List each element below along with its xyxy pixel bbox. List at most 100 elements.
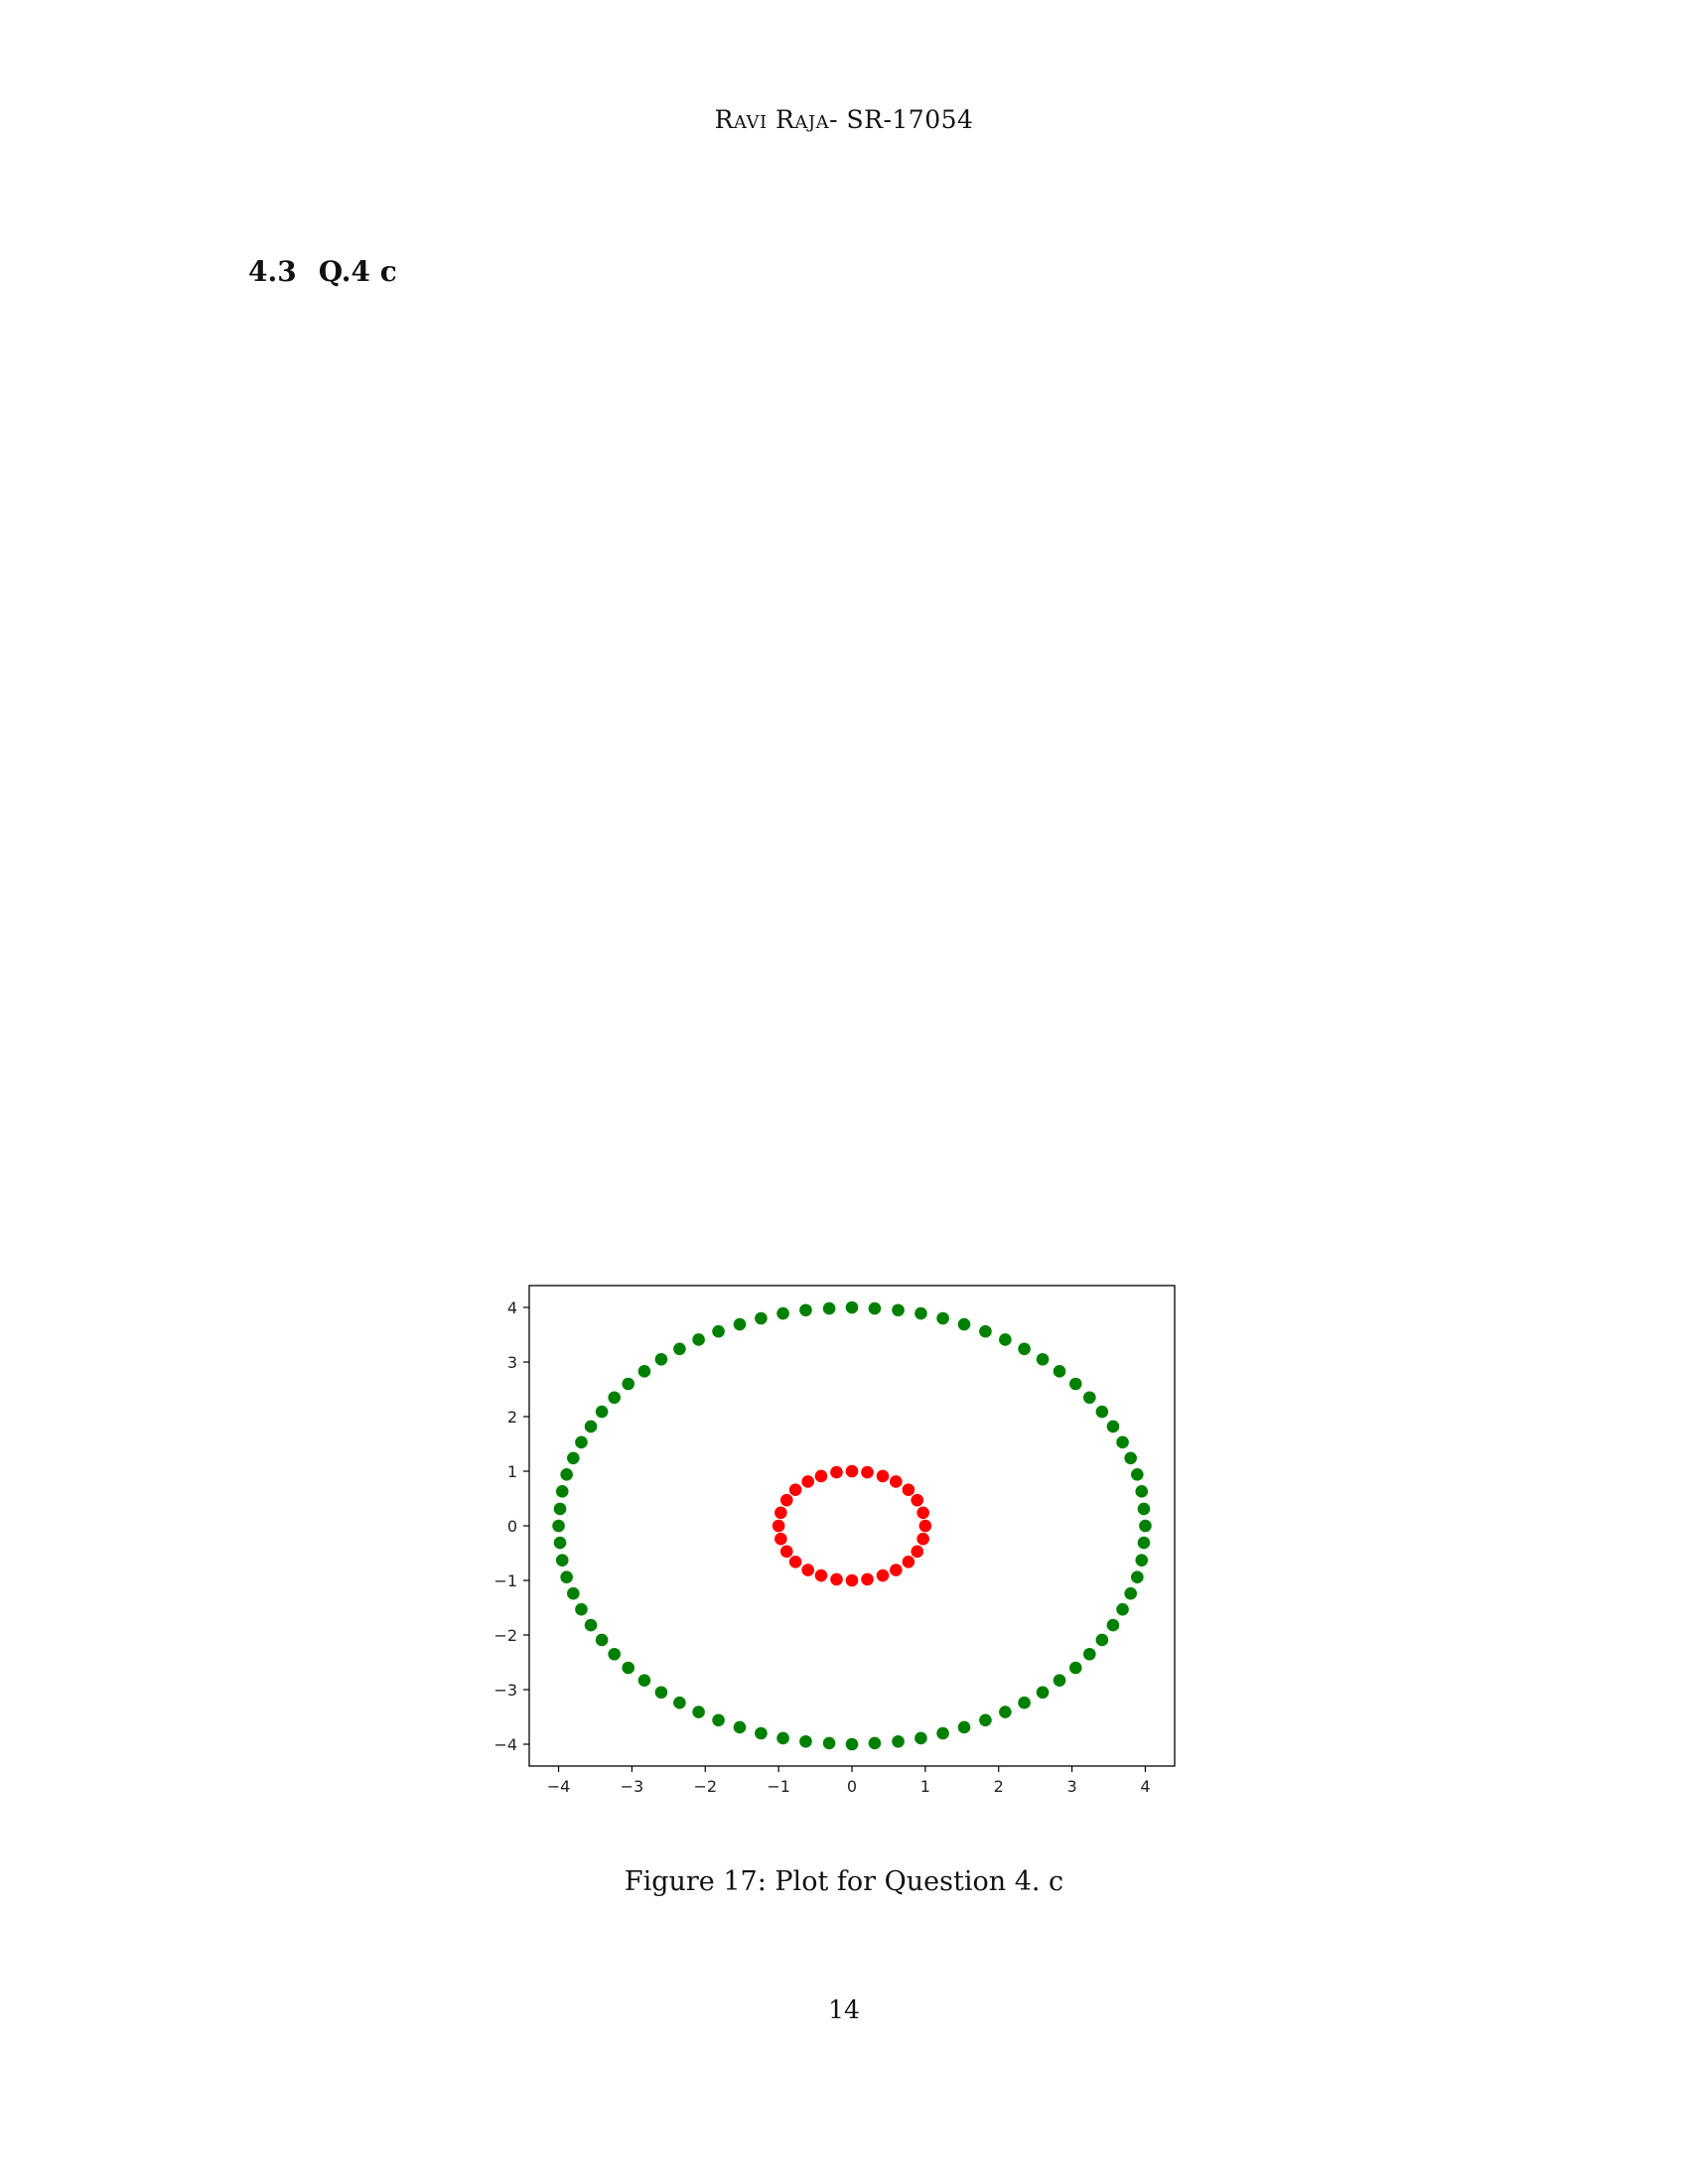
- outer-ring-point: [560, 1468, 573, 1481]
- y-tick-label: 4: [507, 1298, 517, 1317]
- inner-ring-point: [779, 1493, 793, 1507]
- x-tick-label: −3: [621, 1777, 644, 1796]
- outer-ring-point: [1124, 1586, 1137, 1600]
- outer-ring-point: [673, 1696, 686, 1709]
- inner-ring-point: [876, 1569, 890, 1582]
- outer-ring-point: [914, 1731, 927, 1745]
- inner-ring-point: [861, 1465, 874, 1479]
- outer-ring-point: [567, 1451, 580, 1465]
- running-header: Ravi Raja- SR-17054: [714, 105, 974, 134]
- y-tick-label: −1: [493, 1571, 517, 1590]
- y-tick-label: −4: [493, 1735, 517, 1754]
- outer-ring-point: [892, 1303, 905, 1317]
- y-tick-label: 0: [507, 1517, 517, 1536]
- y-tick-label: −2: [493, 1626, 517, 1645]
- outer-ring-point: [1018, 1342, 1031, 1356]
- outer-ring-point: [673, 1342, 686, 1356]
- y-tick-label: 3: [507, 1353, 517, 1372]
- section-heading: 4.3 Q.4 c: [248, 255, 397, 288]
- outer-ring-point: [733, 1317, 747, 1331]
- outer-ring-point: [1106, 1618, 1120, 1632]
- y-tick-label: 2: [507, 1408, 517, 1427]
- x-tick-label: 4: [1140, 1777, 1150, 1796]
- outer-ring-point: [799, 1734, 812, 1748]
- inner-ring-point: [772, 1519, 785, 1533]
- outer-ring-point: [595, 1405, 609, 1419]
- outer-ring-point: [799, 1303, 812, 1317]
- scatter-chart: −4 −3 −2 −1 0 1 2 3 4 −4 −3 −2 −1 0 1 2 3 4: [493, 1285, 1176, 1796]
- inner-ring-point: [774, 1506, 787, 1520]
- outer-ring-point: [1131, 1468, 1144, 1481]
- section-number: 4.3: [248, 255, 297, 288]
- outer-ring-point: [999, 1706, 1012, 1718]
- outer-ring-point: [692, 1333, 705, 1346]
- outer-ring-point: [575, 1435, 588, 1449]
- inner-ring-point: [902, 1483, 915, 1496]
- x-tick-label: −1: [767, 1777, 790, 1796]
- section-title: Q.4 c: [318, 255, 397, 288]
- inner-ring-point: [801, 1475, 814, 1488]
- outer-ring-point: [1095, 1405, 1109, 1419]
- plot-frame: [528, 1285, 1176, 1767]
- outer-ring-point: [914, 1306, 927, 1320]
- inner-ring-point: [845, 1573, 859, 1587]
- outer-ring-point: [979, 1713, 992, 1727]
- outer-ring-point: [1018, 1696, 1031, 1709]
- outer-ring-point: [584, 1420, 598, 1433]
- inner-ring-point: [830, 1572, 843, 1586]
- x-tick-label: −2: [693, 1777, 717, 1796]
- outer-ring-point: [1068, 1377, 1082, 1391]
- outer-ring-point: [552, 1519, 565, 1533]
- outer-ring-point: [1135, 1554, 1149, 1567]
- outer-ring-point: [999, 1333, 1012, 1346]
- outer-ring-point: [575, 1602, 588, 1616]
- outer-ring-point: [1116, 1435, 1129, 1449]
- outer-ring-point: [1116, 1602, 1129, 1616]
- x-tick-label: 2: [994, 1777, 1004, 1796]
- figure: −4 −3 −2 −1 0 1 2 3 4 −4 −3 −2 −1 0 1 2 3 4: [487, 1276, 1201, 1817]
- outer-ring-point: [654, 1686, 668, 1700]
- outer-ring-point: [637, 1674, 651, 1687]
- outer-ring-point: [1137, 1536, 1151, 1550]
- outer-ring-point: [1053, 1674, 1066, 1687]
- x-tick-label: 1: [920, 1777, 930, 1796]
- outer-ring-point: [595, 1633, 609, 1647]
- outer-ring-point: [654, 1352, 668, 1366]
- inner-ring-point: [779, 1545, 793, 1559]
- outer-ring-point: [979, 1324, 992, 1338]
- figure-caption: Figure 17: Plot for Question 4. c: [624, 1866, 1064, 1897]
- y-tick-label: 1: [507, 1462, 517, 1481]
- inner-ring-point: [911, 1493, 924, 1507]
- inner-ring-point: [861, 1572, 874, 1586]
- outer-ring-point: [892, 1734, 905, 1748]
- outer-ring-point: [868, 1736, 882, 1750]
- page-number: 14: [828, 1995, 860, 2024]
- outer-ring-point: [776, 1306, 789, 1320]
- outer-ring-point: [1137, 1502, 1151, 1516]
- outer-ring-point: [608, 1647, 621, 1661]
- outer-ring-point: [1135, 1485, 1149, 1498]
- outer-ring-point: [555, 1485, 569, 1498]
- outer-ring-point: [1036, 1686, 1050, 1700]
- outer-ring-point: [1124, 1451, 1137, 1465]
- inner-ring-point: [902, 1556, 915, 1569]
- outer-ring-point: [936, 1726, 949, 1740]
- outer-ring-point: [1083, 1647, 1096, 1661]
- x-tick-label: 0: [847, 1777, 857, 1796]
- outer-ring-point: [712, 1713, 725, 1727]
- outer-ring-point: [957, 1720, 971, 1734]
- outer-ring-point: [845, 1300, 859, 1314]
- inner-ring-point: [890, 1564, 903, 1576]
- outer-ring-point: [776, 1731, 789, 1745]
- inner-ring-point: [916, 1506, 929, 1520]
- outer-ring-point: [845, 1737, 859, 1751]
- outer-ring-point: [608, 1391, 621, 1405]
- outer-ring-point: [1095, 1633, 1109, 1647]
- inner-ring-point: [814, 1469, 828, 1483]
- outer-ring-point: [1053, 1365, 1066, 1378]
- outer-ring-point: [692, 1706, 705, 1718]
- inner-ring-point: [916, 1532, 929, 1546]
- outer-ring-point: [957, 1317, 971, 1331]
- inner-ring-point: [845, 1464, 859, 1478]
- inner-ring-point: [911, 1545, 924, 1559]
